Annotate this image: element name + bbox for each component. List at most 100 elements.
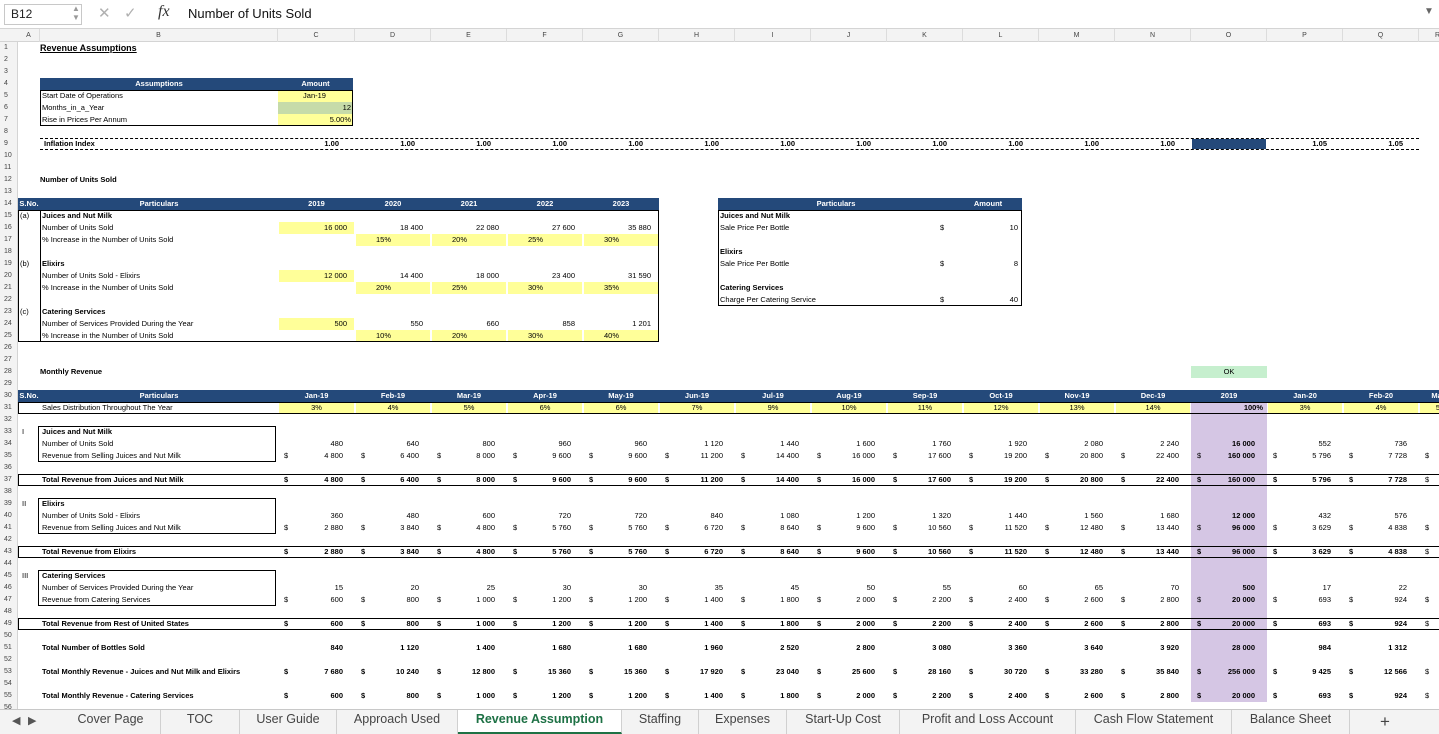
row-header[interactable]: 21 <box>0 282 17 294</box>
monthly-value[interactable]: 8 640 <box>735 546 799 558</box>
row-header[interactable]: 34 <box>0 438 17 450</box>
monthly-value[interactable]: 11 520 <box>963 546 1027 558</box>
monthly-value[interactable]: 5 760 <box>507 522 571 534</box>
formula-expand-icon[interactable]: ▼ <box>1424 6 1434 17</box>
sheet-tab-expenses[interactable]: Expenses <box>699 710 787 734</box>
monthly-value[interactable]: 70 <box>1115 582 1179 594</box>
monthly-value[interactable]: 1 440 <box>963 510 1027 522</box>
monthly-value[interactable]: 20 000 <box>1191 618 1255 630</box>
monthly-value[interactable]: 800 <box>355 690 419 702</box>
monthly-value[interactable]: 2 400 <box>963 618 1027 630</box>
monthly-value[interactable]: 4 800 <box>278 450 343 462</box>
monthly-value[interactable]: 1 000 <box>431 594 495 606</box>
monthly-value[interactable]: 11 200 <box>659 474 723 486</box>
monthly-value[interactable]: 500 <box>1191 582 1255 594</box>
monthly-value[interactable]: 17 <box>1267 582 1331 594</box>
monthly-value[interactable]: 256 000 <box>1191 666 1255 678</box>
row-header[interactable]: 49 <box>0 618 17 630</box>
monthly-value[interactable]: 3 920 <box>1115 642 1179 654</box>
monthly-value[interactable]: 1 200 <box>507 690 571 702</box>
monthly-value[interactable]: 10 240 <box>355 666 419 678</box>
sheet-tab-approach-used[interactable]: Approach Used <box>337 710 458 734</box>
monthly-value[interactable]: 800 <box>355 618 419 630</box>
monthly-value[interactable]: 1 120 <box>355 642 419 654</box>
row-header[interactable]: 3 <box>0 66 17 78</box>
monthly-value[interactable]: 1 400 <box>659 690 723 702</box>
row-header[interactable]: 13 <box>0 186 17 198</box>
monthly-value[interactable]: 2 800 <box>1115 690 1179 702</box>
monthly-value[interactable]: 20 <box>355 582 419 594</box>
sheet-tab-cash-flow-statement[interactable]: Cash Flow Statement <box>1076 710 1232 734</box>
monthly-value[interactable]: 5 760 <box>583 522 647 534</box>
monthly-value[interactable]: 35 840 <box>1115 666 1179 678</box>
sheet-tab-cover-page[interactable]: Cover Page <box>61 710 161 734</box>
next-sheet-icon[interactable]: ▶ <box>28 714 36 727</box>
sheet-tab-staffing[interactable]: Staffing <box>622 710 699 734</box>
row-header[interactable]: 8 <box>0 126 17 138</box>
inflation-value[interactable]: 1.00 <box>278 138 339 150</box>
monthly-value[interactable]: 17 600 <box>887 474 951 486</box>
sheet-tab-start-up-cost[interactable]: Start-Up Cost <box>787 710 900 734</box>
monthly-value[interactable]: 1 200 <box>583 618 647 630</box>
row-header[interactable]: 12 <box>0 174 17 186</box>
monthly-value[interactable]: 1 600 <box>811 438 875 450</box>
monthly-value[interactable]: 1 680 <box>1115 510 1179 522</box>
monthly-value[interactable]: 800 <box>355 594 419 606</box>
monthly-value[interactable]: 12 566 <box>1343 666 1407 678</box>
cancel-icon[interactable]: ✕ <box>98 4 111 22</box>
formula-content[interactable]: Number of Units Sold <box>188 6 312 21</box>
monthly-value[interactable]: 12 000 <box>1191 510 1255 522</box>
monthly-value[interactable]: 693 <box>1267 618 1331 630</box>
monthly-value[interactable]: 2 800 <box>1115 594 1179 606</box>
monthly-value[interactable]: 1 800 <box>735 594 799 606</box>
row-header[interactable]: 33 <box>0 426 17 438</box>
row-header[interactable]: 6 <box>0 102 17 114</box>
inflation-value[interactable]: 1.00 <box>1115 138 1175 150</box>
monthly-value[interactable]: 96 000 <box>1191 522 1255 534</box>
column-header-n[interactable]: N <box>1115 29 1191 42</box>
monthly-value[interactable]: 2 000 <box>811 594 875 606</box>
column-header-k[interactable]: K <box>887 29 963 42</box>
monthly-value[interactable]: 2 880 <box>278 522 343 534</box>
monthly-value[interactable]: 2 600 <box>1039 594 1103 606</box>
row-header[interactable]: 47 <box>0 594 17 606</box>
row-header[interactable]: 2 <box>0 54 17 66</box>
monthly-value[interactable]: 35 <box>659 582 723 594</box>
row-header[interactable]: 55 <box>0 690 17 702</box>
monthly-value[interactable]: 13 440 <box>1115 522 1179 534</box>
monthly-value[interactable]: 1 800 <box>735 618 799 630</box>
row-header[interactable]: 30 <box>0 390 17 402</box>
inflation-value[interactable]: 1.00 <box>659 138 719 150</box>
enter-icon[interactable]: ✓ <box>124 4 137 22</box>
monthly-value[interactable]: 6 400 <box>355 474 419 486</box>
monthly-value[interactable]: 8 640 <box>735 522 799 534</box>
monthly-value[interactable]: 1 920 <box>963 438 1027 450</box>
monthly-value[interactable]: 1 960 <box>659 642 723 654</box>
monthly-value[interactable]: 23 040 <box>735 666 799 678</box>
monthly-value[interactable]: 2 200 <box>887 618 951 630</box>
monthly-value[interactable]: 1 680 <box>507 642 571 654</box>
monthly-value[interactable]: 693 <box>1267 690 1331 702</box>
monthly-value[interactable]: 480 <box>355 510 419 522</box>
monthly-value[interactable]: 3 840 <box>355 546 419 558</box>
row-header[interactable]: 45 <box>0 570 17 582</box>
row-header[interactable]: 43 <box>0 546 17 558</box>
monthly-value[interactable]: 20 800 <box>1039 450 1103 462</box>
row-header[interactable]: 38 <box>0 486 17 498</box>
row-header[interactable]: 39 <box>0 498 17 510</box>
row-header[interactable]: 46 <box>0 582 17 594</box>
monthly-value[interactable]: 2 000 <box>811 618 875 630</box>
column-header-c[interactable]: C <box>278 29 355 42</box>
monthly-value[interactable]: 2 200 <box>887 594 951 606</box>
monthly-value[interactable]: 2 000 <box>811 690 875 702</box>
monthly-value[interactable]: 11 520 <box>963 522 1027 534</box>
monthly-value[interactable]: 2 880 <box>278 546 343 558</box>
monthly-value[interactable]: 2 600 <box>1039 690 1103 702</box>
column-header-f[interactable]: F <box>507 29 583 42</box>
sheet-tab-profit-and-loss-account[interactable]: Profit and Loss Account <box>900 710 1076 734</box>
monthly-value[interactable]: 1 312 <box>1343 642 1407 654</box>
monthly-value[interactable]: 25 600 <box>811 666 875 678</box>
monthly-value[interactable]: 28 000 <box>1191 642 1255 654</box>
row-header[interactable]: 5 <box>0 90 17 102</box>
monthly-value[interactable]: 1 200 <box>811 510 875 522</box>
